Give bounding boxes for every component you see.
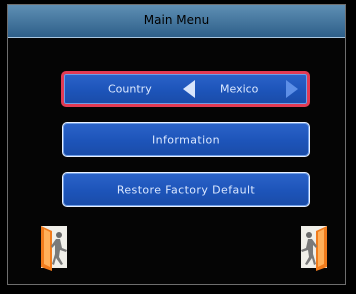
page-title: Main Menu bbox=[143, 13, 210, 27]
main-menu-screen: Main Menu Country Mexico Information Res… bbox=[0, 0, 356, 294]
information-button[interactable]: Information bbox=[62, 122, 310, 157]
restore-factory-default-button[interactable]: Restore Factory Default bbox=[62, 172, 310, 207]
triangle-right-icon[interactable] bbox=[286, 80, 298, 98]
information-label: Information bbox=[151, 133, 221, 146]
country-selector[interactable]: Country Mexico bbox=[61, 71, 310, 107]
exit-door-icon[interactable] bbox=[294, 223, 330, 271]
triangle-left-icon[interactable] bbox=[183, 80, 195, 98]
exit-door-icon[interactable] bbox=[38, 223, 74, 271]
country-label: Country bbox=[108, 82, 152, 96]
title-bar: Main Menu bbox=[8, 5, 345, 38]
restore-factory-default-label: Restore Factory Default bbox=[116, 183, 256, 196]
country-value: Mexico bbox=[220, 82, 259, 96]
